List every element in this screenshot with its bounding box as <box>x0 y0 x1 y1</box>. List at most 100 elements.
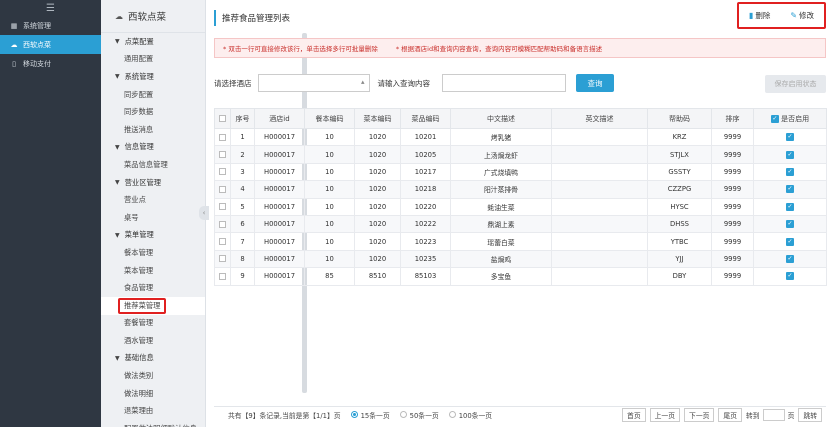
menu-item[interactable]: 食品管理 <box>101 279 205 297</box>
enabled-cell[interactable]: ✓ <box>753 267 827 286</box>
menu-group[interactable]: ▼ 基础信息 <box>101 350 205 368</box>
menu-item[interactable]: 菜品信息管理 <box>101 156 205 174</box>
menu-item[interactable]: 同步数据 <box>101 103 205 121</box>
menu-item[interactable]: 通用配置 <box>101 51 205 69</box>
table-cell: 2 <box>230 145 255 164</box>
checkbox-icon <box>219 151 226 159</box>
hamburger-menu-icon[interactable]: ☰ <box>0 0 101 16</box>
menu-group[interactable]: ▼ 点菜配置 <box>101 33 205 51</box>
column-header: 中文描述 <box>450 108 552 129</box>
menu-item[interactable]: 营业点 <box>101 191 205 209</box>
primary-sidebar: ☰ ▦ 系统管理 ☁ 西软点菜 ▯ 移动支付 <box>0 0 101 427</box>
enabled-cell[interactable]: ✓ <box>753 127 827 147</box>
table-row[interactable]: 5 H000017 10 1020 10220 蚝油生菜 HYSC 9999 ✓ <box>214 197 827 216</box>
table-row[interactable]: 9 H000017 85 8510 85103 多宝鱼 DBY 9999 ✓ <box>214 267 827 286</box>
menu-item[interactable]: 配置做法明细默认信息 <box>101 420 205 427</box>
table-row[interactable]: 1 H000017 10 1020 10201 烤乳猪 KRZ 9999 ✓ <box>214 127 827 147</box>
row-select-cell[interactable] <box>214 249 231 269</box>
menu-item[interactable]: 退菜理由 <box>101 402 205 420</box>
table-row[interactable]: 6 H000017 10 1020 10222 鼎湖上素 DHSS 9999 ✓ <box>214 214 827 234</box>
row-select-cell[interactable] <box>214 162 231 182</box>
menu-item[interactable]: 推送消息 <box>101 121 205 139</box>
table-cell: 1020 <box>354 249 401 269</box>
table-cell <box>551 145 648 164</box>
enabled-cell[interactable]: ✓ <box>753 197 827 216</box>
jump-button[interactable]: 跳转 <box>798 407 822 422</box>
enabled-cell[interactable]: ✓ <box>753 214 827 234</box>
save-status-button[interactable]: 保存启用状态 <box>765 75 826 93</box>
query-input[interactable] <box>442 74 566 92</box>
next-page-button[interactable]: 下一页 <box>684 407 715 422</box>
primary-nav-label: 西软点菜 <box>23 40 51 49</box>
row-select-cell[interactable] <box>214 127 231 147</box>
row-select-cell[interactable] <box>214 232 231 251</box>
enabled-cell[interactable]: ✓ <box>753 145 827 164</box>
prev-page-button[interactable]: 上一页 <box>649 407 681 422</box>
notice-text-1: * 双击一行可直接修改该行，单击选择多行可批量删除 <box>223 45 378 53</box>
menu-item[interactable]: 餐本管理 <box>101 244 205 262</box>
menu-group-label: 营业区管理 <box>124 177 162 187</box>
query-button[interactable]: 查询 <box>576 74 614 92</box>
table-cell: H000017 <box>254 197 305 216</box>
first-page-button[interactable]: 首页 <box>622 407 646 422</box>
hotel-select[interactable]: ▴ <box>257 74 370 92</box>
table-row[interactable]: 4 H000017 10 1020 10218 阳汁蒸排骨 CZZPG 9999 ✓ <box>214 180 827 199</box>
table-row[interactable]: 7 H000017 10 1020 10223 瑶蕾白菜 YTBC 9999 ✓ <box>214 232 827 251</box>
row-select-cell[interactable] <box>214 197 231 216</box>
menu-item[interactable]: 做法明细 <box>101 385 205 403</box>
menu-group-label: 点菜配置 <box>124 36 154 46</box>
page-size-15-label: 15条一页 <box>360 411 390 420</box>
page-size-15[interactable]: 15条一页 <box>350 410 390 420</box>
pager-info: 共有【9】条记录,当前是第【1/1】页 <box>228 411 341 420</box>
primary-nav-item[interactable]: ☁ 西软点菜 <box>0 35 101 54</box>
menu-item[interactable]: 套餐管理 <box>101 315 205 333</box>
primary-nav-item[interactable]: ▯ 移动支付 <box>0 54 101 73</box>
last-page-button[interactable]: 尾页 <box>718 407 743 422</box>
table-row[interactable]: 3 H000017 10 1020 10217 广式烧填鸭 GSSTY 9999 ✓ <box>214 162 827 182</box>
checkbox-icon <box>219 203 226 211</box>
primary-nav-item[interactable]: ▦ 系统管理 <box>0 16 101 35</box>
menu-group[interactable]: ▼ 营业区管理 <box>101 174 205 192</box>
menu-item-label: 做法类别 <box>124 371 154 381</box>
menu-item[interactable]: 做法类别 <box>101 367 205 385</box>
row-select-cell[interactable] <box>214 267 231 286</box>
menu-group[interactable]: ▼ 菜单管理 <box>101 227 205 245</box>
menu-group[interactable]: ▼ 系统管理 <box>101 68 205 86</box>
enabled-cell[interactable]: ✓ <box>753 162 827 182</box>
select-all-header[interactable] <box>214 108 231 129</box>
table-cell: 9999 <box>711 197 754 216</box>
table-row[interactable]: 2 H000017 10 1020 10205 上汤焗龙虾 STJLX 9999 ✓ <box>214 145 827 164</box>
menu-item[interactable]: 酒水管理 <box>101 332 205 350</box>
row-select-cell[interactable] <box>214 214 231 234</box>
menu-group[interactable]: ▼ 信息管理 <box>101 139 205 157</box>
page-size-100[interactable]: 100条一页 <box>448 410 492 420</box>
caret-up-icon: ▴ <box>360 78 365 86</box>
column-header[interactable]: ✓ 是否启用 <box>753 108 827 129</box>
menu-item-label: 同步数据 <box>124 107 154 117</box>
checkbox-checked-icon: ✓ <box>786 185 794 194</box>
table-cell: 1020 <box>354 197 401 216</box>
menu-item-label: 食品管理 <box>124 283 154 293</box>
enabled-cell[interactable]: ✓ <box>753 180 827 199</box>
table-cell: 鼎湖上素 <box>450 214 552 234</box>
table-cell: DBY <box>647 267 712 286</box>
menu-item-label: 桌号 <box>124 212 139 222</box>
enabled-cell[interactable]: ✓ <box>753 249 827 269</box>
table-cell: 蚝油生菜 <box>450 197 552 216</box>
table-cell: 10 <box>304 180 355 199</box>
menu-item[interactable]: 同步配置 <box>101 86 205 104</box>
table-cell: 4 <box>230 180 255 199</box>
menu-item[interactable]: 菜本管理 <box>101 262 205 280</box>
enabled-cell[interactable]: ✓ <box>753 232 827 251</box>
row-select-cell[interactable] <box>214 180 231 199</box>
menu-item[interactable]: 桌号 <box>101 209 205 227</box>
table-row[interactable]: 8 H000017 10 1020 10235 盐焗鸡 YJJ 9999 ✓ <box>214 249 827 269</box>
edit-button[interactable]: ✎ 修改 <box>790 10 814 21</box>
page-number-input[interactable] <box>762 408 785 421</box>
table-cell: 1020 <box>354 145 401 164</box>
row-select-cell[interactable] <box>214 145 231 164</box>
page-size-50[interactable]: 50条一页 <box>399 410 439 420</box>
menu-item[interactable]: 推荐菜管理 <box>101 296 205 315</box>
app-root: ☰ ▦ 系统管理 ☁ 西软点菜 ▯ 移动支付 ☁ 西软点菜 ▼ 点菜配置 通用配置 ▼ 系统管理同… <box>0 0 829 427</box>
delete-button[interactable]: ▮ 删除 <box>749 10 770 21</box>
